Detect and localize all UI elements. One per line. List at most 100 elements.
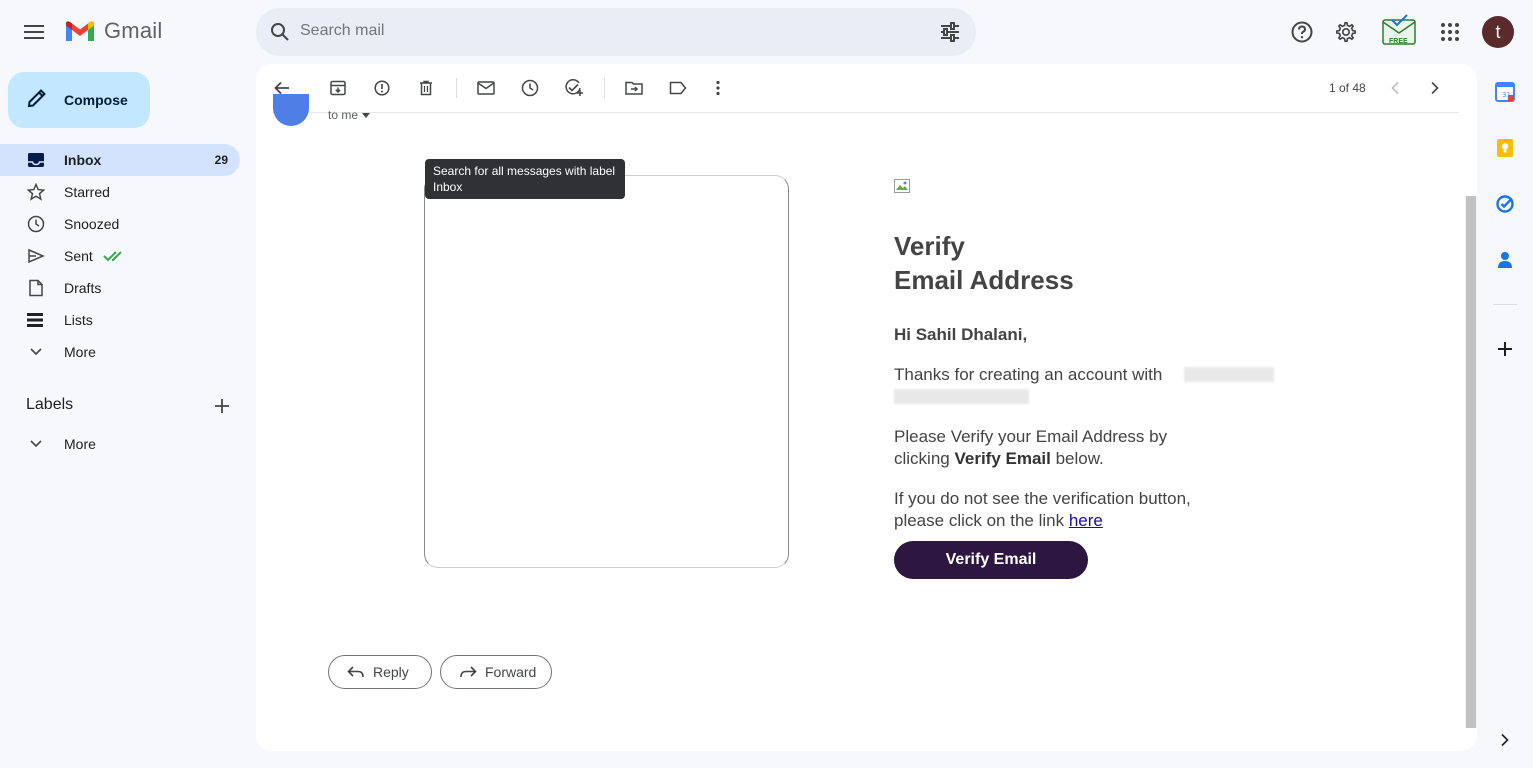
plus-icon	[215, 399, 229, 413]
star-icon	[26, 182, 46, 202]
tasks-button[interactable]	[1493, 192, 1517, 216]
archive-button[interactable]	[324, 76, 352, 100]
toolbar-divider	[456, 78, 457, 98]
search-bar	[256, 8, 976, 56]
delete-button[interactable]	[412, 76, 440, 100]
redacted-text	[894, 389, 1029, 404]
sidebar-item-drafts[interactable]: Drafts	[0, 272, 240, 304]
account-avatar[interactable]: t	[1482, 16, 1514, 48]
apps-grid-icon	[1441, 23, 1459, 41]
message-toolbar: 1 of 48	[256, 64, 1477, 112]
scrollbar-thumb[interactable]	[1466, 196, 1476, 728]
mark-unread-button[interactable]	[472, 76, 500, 100]
newer-button[interactable]	[1381, 76, 1409, 100]
redacted-text	[1184, 367, 1274, 382]
toolbar-divider-line	[272, 112, 1459, 113]
sidebar-item-starred[interactable]: Starred	[0, 176, 240, 208]
snooze-button[interactable]	[516, 76, 544, 100]
labels-more-item[interactable]: More	[0, 428, 240, 460]
draft-icon	[26, 278, 46, 298]
chevron-left-icon	[1391, 81, 1399, 95]
support-button[interactable]	[1282, 12, 1322, 52]
pagination-text: 1 of 48	[1329, 81, 1366, 95]
broken-image-icon	[894, 179, 910, 193]
email-greeting: Hi Sahil Dhalani,	[894, 325, 1028, 344]
rail-divider	[1493, 304, 1517, 305]
hamburger-menu-icon	[24, 25, 44, 39]
forward-icon	[459, 665, 477, 679]
sidebar-item-label: More	[64, 344, 96, 360]
expand-side-panel-button[interactable]	[1493, 728, 1517, 752]
main-menu-button[interactable]	[14, 12, 54, 52]
help-icon	[1291, 21, 1313, 43]
move-to-button[interactable]	[620, 76, 648, 100]
app-name: Gmail	[104, 18, 163, 43]
fallback-paragraph: If you do not see the verification butto…	[894, 488, 1224, 532]
sidebar-item-lists[interactable]: Lists	[0, 304, 240, 336]
email-image-placeholder	[424, 175, 789, 568]
toolbar-divider	[604, 78, 605, 98]
chevron-down-icon	[26, 342, 46, 362]
more-options-button[interactable]	[704, 76, 732, 100]
sidebar-item-more[interactable]: More	[0, 336, 240, 368]
recipient-details[interactable]: to me	[328, 108, 371, 122]
svg-text:31: 31	[1502, 91, 1511, 99]
contacts-button[interactable]	[1493, 248, 1517, 272]
chevron-down-icon	[26, 434, 46, 454]
compose-button[interactable]: Compose	[8, 72, 150, 128]
keep-icon	[1497, 139, 1513, 157]
archive-icon	[330, 80, 346, 96]
labels-button[interactable]	[664, 76, 692, 100]
create-label-button[interactable]	[212, 396, 232, 421]
verification-link[interactable]: here	[1069, 511, 1103, 530]
trash-icon	[420, 80, 432, 96]
gmail-logo[interactable]: Gmail	[64, 18, 162, 44]
labels-more-section: More	[0, 428, 240, 460]
chevron-right-icon	[1431, 81, 1439, 95]
sidebar-item-snoozed[interactable]: Snoozed	[0, 208, 240, 240]
apps-button[interactable]	[1430, 12, 1470, 52]
thanks-text: Thanks for creating an account with	[894, 365, 1163, 384]
gmail-m-icon	[66, 21, 94, 41]
label-icon	[669, 81, 687, 95]
tooltip: Search for all messages with label Inbox	[425, 159, 625, 199]
pencil-icon	[26, 87, 48, 114]
search-input[interactable]	[300, 22, 900, 40]
add-to-tasks-button[interactable]	[560, 76, 588, 100]
keep-button[interactable]	[1493, 136, 1517, 160]
double-check-icon	[103, 251, 122, 262]
move-folder-icon	[625, 81, 643, 95]
caret-down-icon	[362, 112, 371, 118]
more-vert-icon	[716, 80, 720, 96]
verify-instructions-text-2: below.	[1050, 449, 1104, 468]
plus-icon	[1498, 342, 1512, 356]
verify-instructions-bold: Verify Email	[954, 449, 1051, 468]
clock-icon	[26, 214, 46, 234]
verify-email-button[interactable]: Verify Email	[894, 541, 1088, 579]
sidebar-item-label: Sent	[64, 248, 93, 264]
contacts-icon	[1498, 252, 1512, 268]
report-spam-button[interactable]	[368, 76, 396, 100]
extension-button[interactable]	[1380, 12, 1418, 52]
email-heading-line1: Verify	[894, 231, 965, 261]
search-options-icon[interactable]	[938, 20, 962, 49]
labels-heading: Labels	[26, 396, 74, 413]
sidebar-item-inbox[interactable]: Inbox 29	[0, 144, 240, 176]
sender-avatar[interactable]	[273, 94, 309, 126]
get-addons-button[interactable]	[1493, 337, 1517, 361]
sidebar-item-sent[interactable]: Sent	[0, 240, 240, 272]
calendar-button[interactable]: 31	[1493, 80, 1517, 104]
chevron-right-icon	[1501, 733, 1509, 747]
forward-button[interactable]: Forward	[440, 655, 552, 689]
report-icon	[374, 80, 390, 96]
mail-icon	[477, 81, 495, 95]
older-button[interactable]	[1421, 76, 1449, 100]
sidebar-nav: Inbox 29 Starred Snoozed Sent Drafts Lis…	[0, 144, 240, 368]
search-icon[interactable]	[268, 20, 292, 49]
inbox-unread-count: 29	[214, 153, 228, 167]
email-heading-line2: Email Address	[894, 265, 1074, 295]
top-bar: Gmail FREE t	[0, 0, 1533, 64]
settings-button[interactable]	[1326, 12, 1366, 52]
reply-button[interactable]: Reply	[328, 655, 432, 689]
list-icon	[26, 310, 46, 330]
